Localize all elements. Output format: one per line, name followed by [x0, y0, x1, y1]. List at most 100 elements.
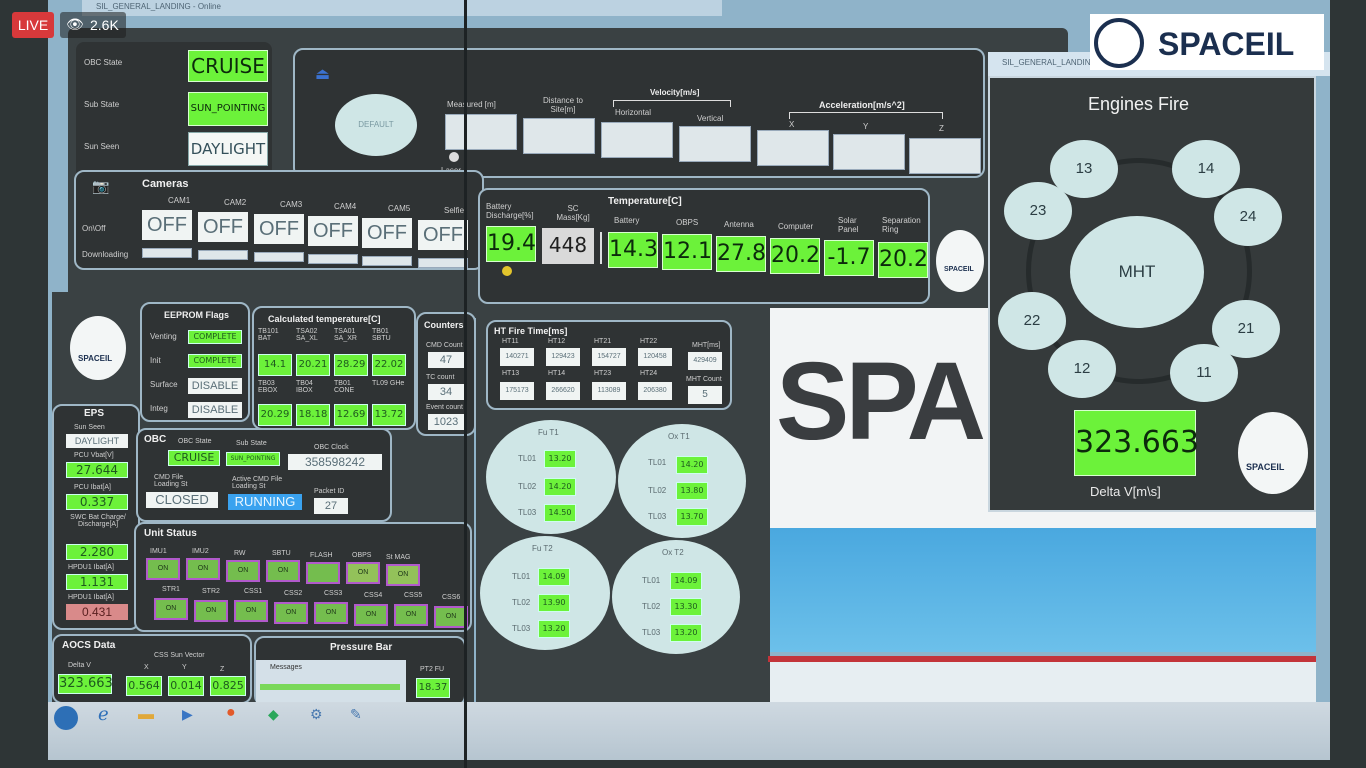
media-icon[interactable]: ▶ [182, 706, 193, 723]
spaceil-logo-engines: SPACEIL [1238, 412, 1308, 494]
st-mag-status: ON [386, 564, 420, 586]
tb03-value: 20.29 [258, 404, 292, 426]
cam4-toggle[interactable]: OFF [308, 216, 358, 246]
engine-mht: MHT [1070, 216, 1204, 328]
event-count-label: Event count [426, 404, 463, 411]
ht11-value: 140271 [500, 348, 534, 366]
acceleration-label: Acceleration[m/s^2] [819, 100, 905, 110]
distance-field [523, 118, 595, 154]
backdrop-logo-area: SPA [770, 308, 988, 528]
pt2fu-value: 18.37 [416, 678, 450, 698]
accel-y-label: Y [863, 122, 869, 131]
eps-hpdu1-label: HPDU1 Ibat[A] [68, 564, 114, 571]
tb01-sbtu-label: TB01 SBTU [372, 328, 391, 342]
backdrop-text: SPA [776, 340, 986, 463]
ox-t2-value-2: 13.30 [670, 598, 702, 616]
ht23-label: HT23 [594, 370, 612, 377]
calc-temp-panel: Calculated temperature[C] TB101 BAT TSA0… [252, 306, 416, 430]
str1-status: ON [154, 598, 188, 620]
viewer-count-value: 2.6K [90, 17, 119, 33]
tb01-sbtu-value: 22.02 [372, 354, 406, 376]
messages-window[interactable]: Messages [256, 660, 406, 704]
eeprom-panel: EEPROM Flags Venting COMPLETE Init COMPL… [140, 302, 250, 422]
eps-hpdu1-value: 1.131 [66, 574, 128, 590]
cam2-toggle[interactable]: OFF [198, 212, 248, 242]
event-count-value: 1023 [428, 414, 464, 430]
tl03-label: TL03 [642, 628, 661, 637]
fu-t1-value-3: 14.50 [544, 504, 576, 522]
eps-pcu-vbat-value: 27.644 [66, 462, 128, 478]
spaceil-watermark: SPACEIL [1090, 14, 1324, 70]
cam5-toggle[interactable]: OFF [362, 218, 412, 248]
cam2-download-bar [198, 250, 248, 260]
eps-swc-value: 2.280 [66, 544, 128, 560]
tool-icon[interactable]: ✎ [350, 706, 362, 723]
rw-label: RW [234, 550, 246, 557]
imu2-label: IMU2 [192, 548, 209, 555]
distance-label: Distance to Site[m] [542, 96, 584, 114]
start-button[interactable] [54, 706, 78, 730]
eeprom-integ-value: DISABLE [188, 402, 242, 418]
velocity-horizontal-label: Horizontal [615, 108, 652, 117]
measured-field [445, 114, 517, 150]
tc-count-value: 34 [428, 384, 464, 400]
pressure-title: Pressure Bar [330, 642, 393, 653]
folder-icon[interactable]: ▬ [138, 706, 154, 724]
cam3-toggle[interactable]: OFF [254, 214, 304, 244]
ht-fire-panel: HT Fire Time[ms] HT11 HT12 HT21 HT22 140… [486, 320, 732, 410]
packet-id-label: Packet ID [314, 488, 345, 495]
unit-status-title: Unit Status [144, 528, 197, 539]
aocs-title: AOCS Data [62, 640, 116, 651]
window-titlebar[interactable]: SIL_GENERAL_LANDING - Online [82, 0, 722, 16]
app-icon[interactable]: ◆ [268, 706, 279, 723]
flash-status [306, 562, 340, 584]
lander-icon: ⏏ [315, 66, 331, 83]
engine-14: 14 [1172, 140, 1240, 198]
settings-icon[interactable]: ⚙ [310, 706, 323, 723]
viewer-count: 👁 2.6K [60, 12, 126, 38]
css5-status: ON [394, 604, 428, 626]
accel-x-label: X [789, 120, 795, 129]
st-mag-label: St MAG [386, 554, 411, 561]
acceleration-bracket [789, 112, 943, 119]
screen-seam [464, 0, 467, 768]
firefox-icon[interactable]: ● [226, 704, 236, 722]
cam4-download-bar [308, 254, 358, 264]
default-button[interactable]: DEFAULT [335, 94, 417, 156]
tb101-label: TB101 BAT [258, 328, 279, 342]
eeprom-title: EEPROM Flags [164, 310, 230, 320]
engines-delta-v-value: 323.663 [1074, 410, 1199, 476]
fu-t1-value-1: 13.20 [544, 450, 576, 468]
ht14-label: HT14 [548, 370, 566, 377]
desktop-background [770, 528, 1316, 652]
ox-t1-value-2: 13.80 [676, 482, 708, 500]
eps-sun-label: Sun Seen [74, 424, 105, 431]
ie-icon[interactable]: ℯ [98, 704, 109, 725]
unit-status-panel: Unit Status IMU1 IMU2 RW SBTU FLASH OBPS… [134, 522, 472, 632]
cam1-toggle[interactable]: OFF [142, 210, 192, 240]
selfie-toggle[interactable]: OFF [418, 220, 468, 250]
mht-value: 429409 [688, 352, 722, 370]
rw-status: ON [226, 560, 260, 582]
css2-label: CSS2 [284, 590, 303, 597]
eeprom-init-label: Init [150, 356, 161, 365]
tl09-label: TL09 GHe [372, 380, 405, 387]
engines-fire-title: Engines Fire [1088, 94, 1190, 114]
accel-x-field [757, 130, 829, 166]
cameras-title: Cameras [142, 178, 189, 190]
imu1-status: ON [146, 558, 180, 580]
temp-battery-value: 14.3 [608, 232, 658, 268]
cameras-panel: 📷 Cameras On\Off Downloading CAM1 CAM2 C… [74, 170, 484, 270]
aocs-delta-v-value: 323.663 [58, 674, 113, 694]
velocity-vertical-label: Vertical [697, 114, 724, 123]
css-x-label: X [144, 664, 149, 671]
tank-ox-t1: Ox T1 TL01 TL02 TL03 14.20 13.80 13.70 [618, 424, 746, 538]
tl03-label: TL03 [518, 508, 537, 517]
obc-state-panel: OBC State CRUISE Sub State SUN_POINTING … [74, 40, 274, 180]
engine-11: 11 [1170, 344, 1238, 402]
calc-temp-title: Calculated temperature[C] [268, 314, 381, 324]
spaceil-watermark-icon [1094, 18, 1144, 68]
eeprom-venting-label: Venting [150, 332, 177, 341]
obc-clock-label: OBC Clock [314, 444, 349, 451]
packet-id-value: 27 [314, 498, 348, 514]
